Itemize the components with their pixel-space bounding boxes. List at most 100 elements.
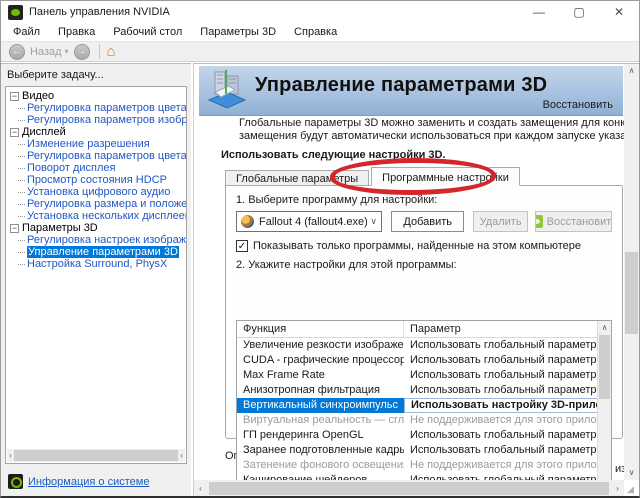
scroll-up-icon[interactable]: ∧ <box>598 321 611 334</box>
table-header: Функция Параметр <box>237 321 611 338</box>
menu-edit[interactable]: Правка <box>49 26 104 38</box>
tab-global-settings[interactable]: Глобальные параметры <box>225 170 369 186</box>
remove-button[interactable]: Удалить <box>473 211 527 232</box>
nvidia-logo-icon <box>8 5 23 20</box>
task-sidebar: Выберите задачу... −Видео Регулировка па… <box>1 63 191 496</box>
scroll-up-icon[interactable]: ∧ <box>624 64 639 78</box>
scroll-right-icon[interactable]: › <box>611 482 624 495</box>
resize-grip[interactable]: ◢ <box>627 484 637 494</box>
menu-desktop[interactable]: Рабочий стол <box>104 26 191 38</box>
scroll-down-icon[interactable]: ∨ <box>624 466 639 480</box>
tree-category-video[interactable]: −Видео <box>10 90 186 102</box>
system-info-link[interactable]: Информация о системе <box>28 476 149 488</box>
tree-horizontal-scrollbar[interactable]: ‹ › <box>7 449 185 462</box>
tree-item-hdcp[interactable]: Просмотр состояния HDCP <box>10 174 186 186</box>
menu-3d-settings[interactable]: Параметры 3D <box>191 26 285 38</box>
checkbox-label: Показывать только программы, найденные н… <box>253 240 581 252</box>
main-horizontal-scrollbar[interactable]: ‹ › <box>194 480 624 496</box>
fallout4-program-icon <box>241 215 254 228</box>
tab-program-settings[interactable]: Программные настройки <box>371 167 520 186</box>
table-row[interactable]: Кэширование шейдеровИспользовать глобаль… <box>237 473 611 480</box>
table-row[interactable]: Max Frame RateИспользовать глобальный па… <box>237 368 611 383</box>
scrollbar-thumb[interactable] <box>599 335 610 399</box>
home-icon[interactable]: ⌂ <box>107 44 116 59</box>
step1-label: 1. Выберите программу для настройки: <box>236 194 612 206</box>
tree-category-display[interactable]: −Дисплей <box>10 126 186 138</box>
settings-tabs: Глобальные параметры Программные настрой… <box>225 168 522 186</box>
maximize-button[interactable]: ▢ <box>559 1 599 23</box>
program-settings-panel: 1. Выберите программу для настройки: Fal… <box>225 185 623 439</box>
section-heading: Использовать следующие настройки 3D. <box>221 149 446 161</box>
sidebar-header: Выберите задачу... <box>1 64 191 85</box>
table-row[interactable]: Виртуальная реальность — сглаживан...Не … <box>237 413 611 428</box>
main-vertical-scrollbar[interactable]: ∧ ∨ <box>624 64 639 480</box>
tree-item-image-preview[interactable]: Регулировка настроек изображения с пр <box>10 234 186 246</box>
tree-item-rotation[interactable]: Поворот дисплея <box>10 162 186 174</box>
page-title: Управление параметрами 3D <box>255 74 547 97</box>
page-header: Управление параметрами 3D Восстановить <box>199 66 623 116</box>
scroll-left-icon[interactable]: ‹ <box>194 482 207 495</box>
menu-help[interactable]: Справка <box>285 26 346 38</box>
tree-item-surround-physx[interactable]: Настройка Surround, PhysX <box>10 258 186 270</box>
restore-defaults-link[interactable]: Восстановить <box>543 99 613 111</box>
scrollbar-thumb[interactable] <box>625 252 638 334</box>
3d-settings-icon <box>205 70 249 112</box>
tree-item-digital-audio[interactable]: Установка цифрового аудио <box>10 186 186 198</box>
scroll-left-icon[interactable]: ‹ <box>7 449 14 462</box>
column-feature[interactable]: Функция <box>237 321 404 337</box>
settings-table: Функция Параметр Увеличение резкости изо… <box>236 320 612 480</box>
show-installed-only-checkbox[interactable]: ✓ <box>236 240 248 252</box>
table-vertical-scrollbar[interactable]: ∧ ∨ <box>597 321 611 480</box>
tree-item-video-image[interactable]: Регулировка параметров изображения д <box>10 114 186 126</box>
scroll-right-icon[interactable]: › <box>178 449 185 462</box>
page-content: Управление параметрами 3D Восстановить Г… <box>194 64 624 480</box>
menu-file[interactable]: Файл <box>4 26 49 38</box>
scroll-down-icon[interactable]: ∨ <box>598 478 611 480</box>
nvidia-control-panel-window: Панель управления NVIDIA — ▢ ✕ Файл Прав… <box>0 0 640 498</box>
tree-item-video-color[interactable]: Регулировка параметров цвета для вид <box>10 102 186 114</box>
tree-item-multiple-displays[interactable]: Установка нескольких дисплеев <box>10 210 186 222</box>
nvidia-restore-icon <box>535 215 543 228</box>
step2-label: 2. Укажите настройки для этой программы: <box>236 259 612 271</box>
collapse-icon[interactable]: − <box>10 224 19 233</box>
tree-item-resolution[interactable]: Изменение разрешения <box>10 138 186 150</box>
main-panel: Управление параметрами 3D Восстановить Г… <box>193 63 639 496</box>
back-arrow-icon: ← <box>12 47 22 57</box>
table-row[interactable]: Увеличение резкости изображенияИспользов… <box>237 338 611 353</box>
forward-arrow-icon: → <box>77 47 87 57</box>
add-button[interactable]: Добавить <box>391 211 464 232</box>
program-select[interactable]: Fallout 4 (fallout4.exe) ∨ <box>236 211 382 232</box>
minimize-button[interactable]: — <box>519 1 559 23</box>
window-title: Панель управления NVIDIA <box>29 6 170 18</box>
tree-item-desktop-color[interactable]: Регулировка параметров цвета рабочег <box>10 150 186 162</box>
table-row[interactable]: Анизотропная фильтрацияИспользовать глоб… <box>237 383 611 398</box>
tree-category-3d-settings[interactable]: −Параметры 3D <box>10 222 186 234</box>
toolbar-separator <box>99 44 100 59</box>
collapse-icon[interactable]: − <box>10 128 19 137</box>
table-row[interactable]: Заранее подготовленные кадры вирту...Исп… <box>237 443 611 458</box>
system-info-icon <box>8 474 23 489</box>
column-parameter[interactable]: Параметр <box>404 321 611 337</box>
close-button[interactable]: ✕ <box>599 1 639 23</box>
scrollbar-thumb[interactable] <box>14 450 178 461</box>
restore-button[interactable]: Восстановить <box>535 211 612 232</box>
menu-bar: Файл Правка Рабочий стол Параметры 3D Сп… <box>1 23 639 42</box>
scrollbar-thumb[interactable] <box>209 482 609 495</box>
table-row-selected[interactable]: Вертикальный синхроимпульс Использовать … <box>237 398 611 413</box>
tree-item-size-position[interactable]: Регулировка размера и положения рабо <box>10 198 186 210</box>
toolbar: ← Назад ▾ → ⌂ <box>1 42 639 62</box>
back-label: Назад <box>30 46 62 58</box>
back-history-caret-icon[interactable]: ▾ <box>65 47 69 56</box>
tree-item-manage-3d[interactable]: Управление параметрами 3D <box>10 246 186 258</box>
chevron-down-icon: ∨ <box>370 216 377 227</box>
program-select-value: Fallout 4 (fallout4.exe) <box>259 216 367 228</box>
back-button[interactable]: ← <box>9 44 25 60</box>
table-row[interactable]: CUDA - графические процессорыИспользоват… <box>237 353 611 368</box>
table-row[interactable]: Затенение фонового освещенияНе поддержив… <box>237 458 611 473</box>
task-tree: −Видео Регулировка параметров цвета для … <box>5 86 187 464</box>
collapse-icon[interactable]: − <box>10 92 19 101</box>
forward-button[interactable]: → <box>74 44 90 60</box>
table-row[interactable]: ГП рендеринга OpenGLИспользовать глобаль… <box>237 428 611 443</box>
intro-text: Глобальные параметры 3D можно заменить и… <box>239 117 624 143</box>
title-bar: Панель управления NVIDIA — ▢ ✕ <box>1 1 639 23</box>
